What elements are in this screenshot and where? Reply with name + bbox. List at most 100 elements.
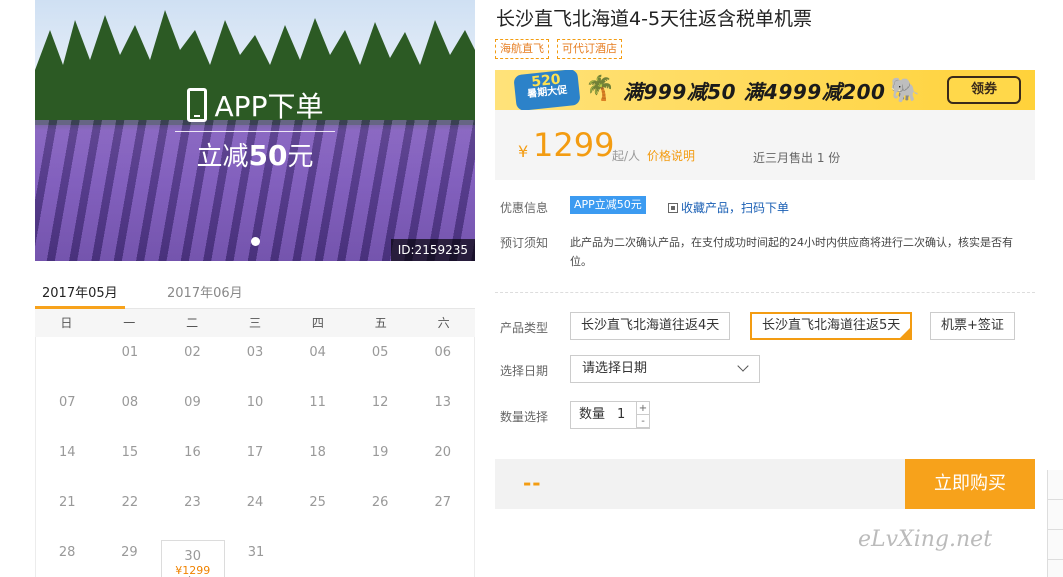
weekday: 五 [374, 316, 387, 330]
palm-tree-icon: 🌴 [585, 74, 615, 102]
calendar-day: 28 [58, 545, 76, 560]
calendar-day: 12 [371, 395, 389, 410]
side-toolbar[interactable] [1047, 470, 1063, 577]
calendar-day: 25 [309, 495, 326, 510]
collect-link[interactable]: 收藏产品，扫码下单 [668, 199, 789, 216]
calendar-day: 23 [184, 495, 201, 510]
calendar-day: 09 [184, 395, 201, 410]
calendar-day: 10 [246, 395, 264, 410]
app-promo-overlay: APP下单 立减50元 [175, 85, 335, 173]
app-order-text: APP下单 [214, 90, 324, 123]
tab-may[interactable]: 2017年05月 [42, 282, 118, 301]
calendar-day: 08 [121, 395, 139, 410]
quantity-input[interactable]: 1 [617, 402, 625, 428]
product-type-label: 产品类型 [500, 321, 549, 335]
app-discount-badge: APP立减50元 [570, 196, 646, 214]
day-price: ¥1299 [175, 564, 211, 577]
quantity-minus-button[interactable]: - [636, 414, 650, 428]
type-4day-button[interactable]: 长沙直飞北海道往返4天 [570, 312, 731, 340]
calendar-day: 21 [59, 495, 76, 510]
overlay-divider [175, 131, 335, 132]
watermark: eLvXing.net [858, 527, 993, 552]
calendar-day: 31 [247, 545, 265, 560]
weekday: 三 [249, 316, 262, 330]
calendar-day: 05 [371, 345, 389, 360]
promo-banner[interactable]: 520 暑期大促 🌴 满999减50 满4999减200 🐘 领券 [495, 70, 1035, 110]
weekday: 二 [186, 316, 199, 330]
calendar-day: 15 [121, 445, 139, 460]
phone-icon [186, 88, 207, 122]
calendar-day: 27 [434, 495, 452, 510]
calendar-day: 20 [434, 445, 452, 460]
quantity-prefix: 数量 [579, 407, 606, 422]
calendar-day: 18 [309, 445, 326, 460]
get-coupon-button[interactable]: 领券 [947, 76, 1021, 104]
calendar-day: 14 [59, 445, 76, 460]
calendar-day: 22 [121, 495, 139, 510]
calendar-day: 06 [434, 345, 452, 360]
quantity-label: 数量选择 [500, 410, 549, 424]
qr-code-icon [668, 202, 678, 213]
chevron-down-icon [737, 360, 749, 372]
calendar-grid: 01 02 03 04 05 06 07 08 09 10 11 12 13 1… [35, 337, 475, 577]
price-currency: ¥ [518, 142, 529, 161]
product-image[interactable]: APP下单 立减50元 ID:2159235 [35, 0, 475, 261]
calendar-day-available[interactable]: 30 ¥1299 余4 [160, 540, 225, 577]
selected-check-icon [900, 328, 911, 338]
summer-sale-badge: 520 暑期大促 [513, 70, 581, 110]
weekday: 六 [437, 316, 450, 330]
product-tags: 海航直飞 可代订酒店 [495, 39, 622, 59]
calendar-week: 21 22 23 24 25 26 27 [36, 487, 474, 537]
calendar-day [36, 337, 99, 387]
calendar-day: 13 [434, 395, 452, 410]
calendar-day: 24 [246, 495, 264, 510]
calendar-week: 14 15 16 17 18 19 20 [36, 437, 474, 487]
price-value: 1299 [533, 126, 615, 164]
calendar-day: 03 [246, 345, 264, 360]
sold-count: 近三月售出 1 份 [753, 151, 841, 165]
weekday: 四 [311, 316, 324, 330]
calendar-day: 07 [59, 395, 76, 410]
calendar-week: 01 02 03 04 05 06 [36, 337, 474, 387]
carousel-dot[interactable] [251, 237, 260, 246]
divider [495, 292, 1035, 293]
calendar-day [412, 537, 474, 577]
buy-bar: -- 立即购买 [495, 459, 1035, 509]
calendar-day: 17 [246, 445, 264, 460]
calendar-week: 28 29 30 ¥1299 余4 31 [36, 537, 474, 577]
price-box: ¥ 1299 起/人 价格说明 近三月售出 1 份 [495, 110, 1035, 180]
tag-hotel: 可代订酒店 [557, 39, 622, 59]
month-tabs: 2017年05月 2017年06月 [35, 276, 475, 309]
product-title: 长沙直飞北海道4-5天往返含税单机票 [496, 8, 813, 30]
calendar-week: 07 08 09 10 11 12 13 [36, 387, 474, 437]
calendar-day: 04 [309, 345, 326, 360]
quantity-plus-button[interactable]: + [636, 401, 650, 415]
coupon-text: 满999减50 满4999减200 [623, 80, 886, 104]
calendar-day [287, 537, 349, 577]
product-id: ID:2159235 [390, 239, 475, 261]
calendar-day: 01 [121, 345, 139, 360]
calendar-day: 11 [309, 395, 326, 410]
date-select[interactable]: 请选择日期 [570, 355, 760, 383]
notice-label: 预订须知 [500, 236, 549, 250]
calendar-day: 26 [371, 495, 389, 510]
price-unit: 起/人 [612, 149, 641, 163]
weekday: 日 [60, 316, 73, 330]
date-label: 选择日期 [500, 364, 549, 378]
calendar-day: 02 [184, 345, 201, 360]
app-discount-text: 立减50元 [196, 139, 314, 172]
discount-label: 优惠信息 [500, 201, 549, 215]
type-ticket-visa-button[interactable]: 机票+签证 [930, 312, 1015, 340]
day-number: 30 [184, 549, 201, 564]
calendar-weekdays: 日 一 二 三 四 五 六 [35, 309, 475, 337]
calendar-day [349, 537, 411, 577]
tab-june[interactable]: 2017年06月 [167, 282, 243, 301]
price-explanation-link[interactable]: 价格说明 [647, 147, 695, 164]
elephant-icon: 🐘 [890, 76, 920, 104]
buy-now-button[interactable]: 立即购买 [905, 459, 1035, 509]
booking-notice: 此产品为二次确认产品，在支付成功时间起的24小时内供应商将进行二次确认，核实是否… [570, 236, 1013, 268]
calendar-day: 16 [184, 445, 201, 460]
type-5day-button[interactable]: 长沙直飞北海道往返5天 [750, 312, 913, 340]
calendar-day: 19 [371, 445, 389, 460]
total-price: -- [523, 471, 542, 495]
